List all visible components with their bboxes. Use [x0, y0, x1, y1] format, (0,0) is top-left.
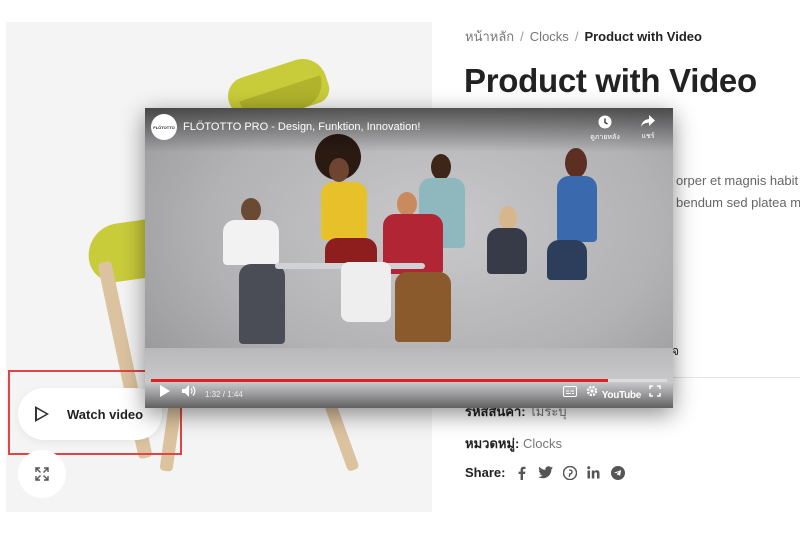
telegram-icon[interactable]: [610, 465, 625, 480]
play-button[interactable]: [160, 384, 170, 402]
gear-icon: [586, 385, 598, 397]
subtitles-button[interactable]: [563, 384, 577, 402]
product-title: Product with Video: [464, 62, 757, 99]
watch-video-label: Watch video: [67, 406, 144, 422]
facebook-icon[interactable]: [514, 465, 529, 480]
volume-button[interactable]: [182, 384, 196, 402]
play-icon: [160, 385, 170, 397]
linkedin-icon[interactable]: [586, 465, 601, 480]
pinterest-icon[interactable]: [562, 465, 577, 480]
description-line: bendum sed platea ma: [676, 195, 800, 210]
youtube-logo[interactable]: YouTube: [602, 390, 642, 401]
share-video-label: แชร์: [641, 133, 655, 140]
share-video-button[interactable]: แชร์: [628, 115, 668, 142]
breadcrumb: หน้าหลัก / Clocks / Product with Video: [465, 26, 702, 47]
volume-icon: [182, 385, 196, 397]
product-description: orper et magnis habit bendum sed platea …: [676, 170, 800, 214]
watch-video-button[interactable]: Watch video: [18, 388, 162, 440]
video-progress-fill: [151, 379, 608, 382]
clock-icon: [598, 115, 612, 129]
category-row: หมวดหมู่: Clocks: [465, 433, 562, 454]
video-player[interactable]: FLÖTOTTO FLÖTOTTO PRO - Design, Funktion…: [145, 108, 673, 408]
share-label: Share:: [465, 465, 506, 480]
watch-later-button[interactable]: ดูภายหลัง: [585, 115, 625, 143]
video-title[interactable]: FLÖTOTTO PRO - Design, Funktion, Innovat…: [183, 121, 420, 133]
share-arrow-icon: [641, 115, 655, 127]
chair-leg: [324, 402, 360, 472]
play-icon: [35, 406, 49, 422]
video-chair: [341, 262, 391, 322]
description-line: orper et magnis habit: [676, 173, 799, 188]
fullscreen-gallery-button[interactable]: [18, 450, 66, 498]
watch-later-label: ดูภายหลัง: [590, 134, 620, 141]
category-label: หมวดหมู่:: [465, 436, 520, 451]
channel-logo[interactable]: FLÖTOTTO: [151, 114, 177, 140]
fullscreen-icon: [649, 385, 661, 397]
video-progress-bar[interactable]: [151, 379, 667, 382]
breadcrumb-current: Product with Video: [584, 29, 702, 44]
share-row: Share:: [465, 465, 625, 480]
fullscreen-button[interactable]: [649, 384, 661, 402]
expand-icon: [35, 467, 49, 481]
twitter-icon[interactable]: [538, 465, 554, 480]
breadcrumb-home[interactable]: หน้าหลัก: [465, 29, 514, 44]
breadcrumb-separator: /: [574, 29, 579, 44]
category-link[interactable]: Clocks: [523, 436, 562, 451]
partial-text: จ: [672, 344, 680, 358]
breadcrumb-category[interactable]: Clocks: [530, 29, 569, 44]
settings-button[interactable]: [586, 384, 598, 402]
divider: [672, 377, 800, 378]
video-time: 1:32 / 1:44: [205, 390, 243, 399]
subtitles-icon: [563, 386, 577, 397]
breadcrumb-separator: /: [520, 29, 524, 44]
